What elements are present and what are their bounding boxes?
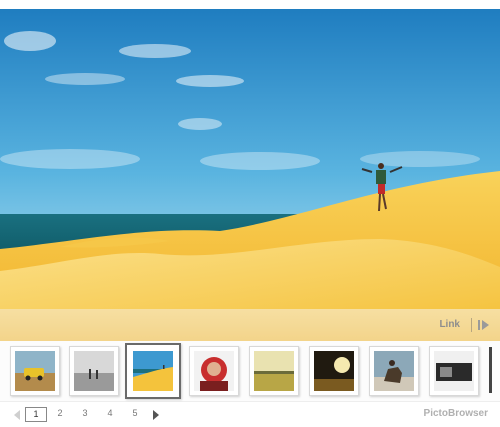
thumb-dark-room[interactable] [429, 346, 479, 396]
divider [471, 318, 472, 332]
photo-link[interactable]: Link [439, 319, 460, 330]
thumbnail-strip [0, 341, 500, 402]
thumb-yellow-car[interactable] [10, 346, 60, 396]
page-1[interactable]: 1 [25, 407, 47, 422]
thumb-partial [489, 347, 492, 393]
page-3[interactable]: 3 [75, 407, 95, 420]
thumb-desert-dune[interactable] [125, 343, 181, 399]
thumb-field-sunset[interactable] [249, 346, 299, 396]
thumb-bw-beach[interactable] [69, 346, 119, 396]
page-2[interactable]: 2 [50, 407, 70, 420]
thumb-horse-rider[interactable] [369, 346, 419, 396]
prev-page-icon[interactable] [12, 408, 22, 420]
pager: 1 2 3 4 5 PictoBrowser [0, 402, 500, 427]
thumb-portrait[interactable] [189, 346, 239, 396]
thumb-sun-glare[interactable] [309, 346, 359, 396]
slideshow-play-icon[interactable] [476, 317, 492, 333]
page-5[interactable]: 5 [125, 407, 145, 420]
caption-bar: Link [0, 309, 500, 341]
picto-browser-widget: Link 1 2 3 4 5 PictoBrowser [0, 0, 500, 427]
next-page-icon[interactable] [151, 408, 161, 420]
main-photo[interactable] [0, 9, 500, 309]
page-4[interactable]: 4 [100, 407, 120, 420]
brand-label: PictoBrowser [423, 408, 488, 419]
